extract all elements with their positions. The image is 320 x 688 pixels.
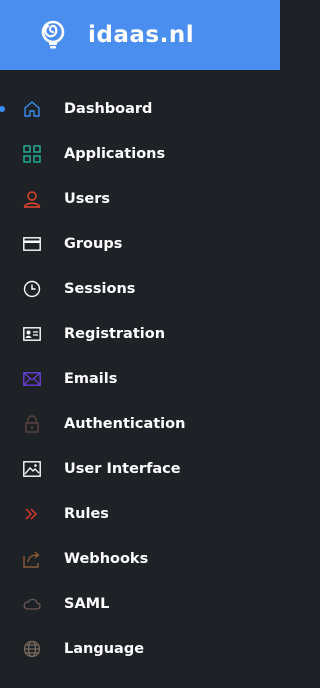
sidebar-item-label: Language <box>64 640 145 657</box>
sidebar-item-language[interactable]: Language <box>0 626 280 671</box>
sidebar-item-applications[interactable]: Applications <box>0 131 280 176</box>
card-icon <box>22 234 42 254</box>
sidebar-item-label: Webhooks <box>64 550 149 567</box>
sidebar-item-webhooks[interactable]: Webhooks <box>0 536 280 581</box>
fast-forward-icon <box>22 504 42 524</box>
clock-icon <box>22 279 42 299</box>
lightbulb-icon[interactable] <box>38 20 68 50</box>
envelope-icon <box>22 369 42 389</box>
brand-title[interactable]: idaas.nl <box>88 22 194 48</box>
sidebar-item-emails[interactable]: Emails <box>0 356 280 401</box>
sidebar-item-label: Emails <box>64 370 118 387</box>
share-icon <box>22 549 42 569</box>
picture-icon <box>22 459 42 479</box>
apps-grid-icon <box>22 144 42 164</box>
sidebar-item-registration[interactable]: Registration <box>0 311 280 356</box>
id-card-icon <box>22 324 42 344</box>
active-indicator <box>0 105 5 112</box>
sidebar-item-label: User Interface <box>64 460 181 477</box>
sidebar-nav: Dashboard Applications Users Groups Sess… <box>0 70 280 671</box>
sidebar-item-label: Sessions <box>64 280 136 297</box>
user-icon <box>22 189 42 209</box>
sidebar-item-label: Groups <box>64 235 123 252</box>
sidebar-item-label: Dashboard <box>64 100 153 117</box>
sidebar-item-label: Registration <box>64 325 166 342</box>
sidebar-item-label: Users <box>64 190 111 207</box>
sidebar-item-label: Rules <box>64 505 109 522</box>
sidebar-item-label: Authentication <box>64 415 186 432</box>
sidebar-item-dashboard[interactable]: Dashboard <box>0 86 280 131</box>
sidebar-item-label: SAML <box>64 595 110 612</box>
sidebar-item-users[interactable]: Users <box>0 176 280 221</box>
sidebar-item-saml[interactable]: SAML <box>0 581 280 626</box>
sidebar-item-label: Applications <box>64 145 166 162</box>
cloud-icon <box>22 594 42 614</box>
home-icon <box>22 99 42 119</box>
app-header: idaas.nl <box>0 0 280 70</box>
lock-icon <box>22 414 42 434</box>
globe-icon <box>22 639 42 659</box>
sidebar-item-user-interface[interactable]: User Interface <box>0 446 280 491</box>
sidebar-item-rules[interactable]: Rules <box>0 491 280 536</box>
sidebar-item-authentication[interactable]: Authentication <box>0 401 280 446</box>
sidebar-item-groups[interactable]: Groups <box>0 221 280 266</box>
sidebar-item-sessions[interactable]: Sessions <box>0 266 280 311</box>
